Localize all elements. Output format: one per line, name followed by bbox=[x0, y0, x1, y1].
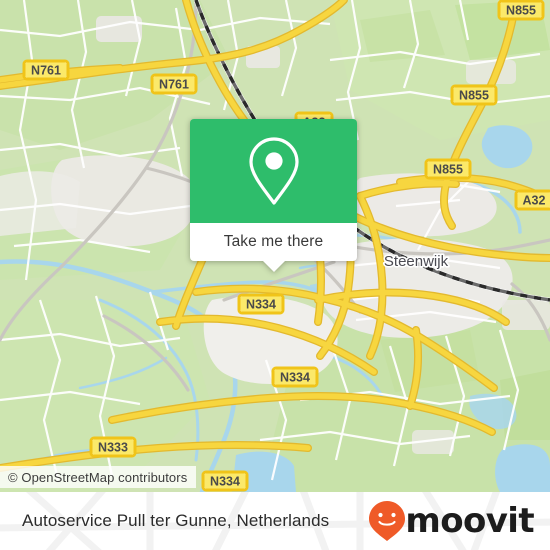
moovit-brand[interactable]: moovit bbox=[366, 499, 535, 543]
road-shield-label: N761 bbox=[159, 78, 189, 92]
place-title: Autoservice Pull ter Gunne, Netherlands bbox=[22, 511, 330, 530]
road-shield-label: N761 bbox=[31, 64, 61, 78]
road-shield-label: A32 bbox=[523, 194, 546, 208]
road-shield-label: N855 bbox=[433, 163, 463, 177]
road-shield-n761-1: N761 bbox=[150, 73, 198, 95]
road-shield-label: N333 bbox=[98, 441, 128, 455]
callout-header bbox=[190, 119, 357, 223]
moovit-wordmark: moovit bbox=[405, 501, 534, 541]
footer-bar: Autoservice Pull ter Gunne, Netherlands … bbox=[0, 492, 550, 550]
map-place-label-steenwijk: Steenwijk Steenwijk bbox=[382, 251, 450, 271]
road-shield-n855-4: N855 bbox=[424, 158, 472, 180]
road-shield-label: N334 bbox=[210, 475, 240, 489]
osm-attribution-text: © OpenStreetMap contributors bbox=[8, 469, 188, 485]
road-shield-label: N334 bbox=[280, 371, 310, 385]
map-screenshot: Steenwijk Steenwijk N761 N761 N855 N855 N855… bbox=[0, 0, 550, 550]
road-shield-n855-2: N855 bbox=[497, 0, 545, 21]
svg-text:Steenwijk: Steenwijk bbox=[384, 253, 449, 270]
osm-attribution: © OpenStreetMap contributors bbox=[0, 466, 197, 488]
road-shield-label: N855 bbox=[506, 4, 536, 18]
road-shield-n334-10: N334 bbox=[201, 470, 249, 492]
callout-action-bar[interactable]: Take me there bbox=[190, 223, 357, 272]
map-pin-icon bbox=[248, 137, 299, 205]
road-shield-n855-3: N855 bbox=[450, 84, 498, 106]
road-shield-n761-0: N761 bbox=[22, 59, 70, 81]
take-me-there-callout[interactable]: Take me there bbox=[190, 119, 357, 272]
road-shield-n334-8: N334 bbox=[271, 366, 319, 388]
road-shield-n333-9: N333 bbox=[89, 436, 137, 458]
road-shield-a32-6: A32 bbox=[514, 189, 550, 211]
callout-pointer bbox=[262, 261, 285, 272]
moovit-pin-icon bbox=[369, 501, 406, 541]
road-shield-n334-7: N334 bbox=[237, 293, 285, 315]
take-me-there-label: Take me there bbox=[223, 233, 324, 250]
road-shield-label: N334 bbox=[246, 298, 276, 312]
road-shield-label: N855 bbox=[459, 89, 489, 103]
